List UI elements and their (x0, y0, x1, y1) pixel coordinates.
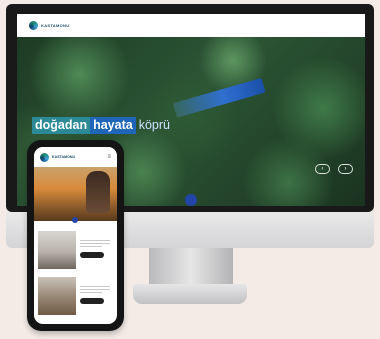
hero-title-part1: doğadan (32, 117, 91, 134)
product-card[interactable] (34, 227, 117, 273)
card-text-line (80, 292, 102, 293)
mobile-brand-logo-icon[interactable] (40, 152, 49, 162)
hero-title-part2: hayata (90, 117, 136, 134)
mobile-hero (34, 167, 117, 221)
prev-arrow-button[interactable]: ‹ (315, 164, 330, 174)
hero-ribbon-graphic (172, 77, 266, 118)
scroll-indicator-dot[interactable] (185, 194, 197, 206)
mobile-header: KASTAMONU ≡ (34, 147, 117, 167)
product-image (38, 277, 76, 315)
card-text-line (80, 246, 102, 247)
card-text-line (80, 240, 110, 241)
mobile-scroll-dot[interactable] (72, 217, 78, 223)
card-text-line (80, 243, 110, 244)
imac-stand-neck (149, 248, 233, 284)
next-arrow-button[interactable]: › (338, 164, 353, 174)
brand-name[interactable]: KASTAMONU (41, 23, 69, 28)
hero-title-part3: köprü (138, 118, 170, 132)
hero-title: doğadan hayata köprü (32, 117, 173, 134)
brand-logo-icon[interactable] (29, 21, 38, 30)
mobile-brand-name[interactable]: KASTAMONU (52, 155, 75, 159)
card-more-button[interactable] (80, 298, 104, 304)
card-more-button[interactable] (80, 252, 104, 258)
product-card[interactable] (34, 273, 117, 319)
product-image (38, 231, 76, 269)
card-text-line (80, 286, 110, 287)
imac-stand-foot (133, 284, 247, 304)
hamburger-menu-icon[interactable]: ≡ (107, 154, 111, 160)
mobile-website: KASTAMONU ≡ (34, 147, 117, 324)
site-header: KASTAMONU (17, 14, 365, 37)
card-text-line (80, 289, 110, 290)
